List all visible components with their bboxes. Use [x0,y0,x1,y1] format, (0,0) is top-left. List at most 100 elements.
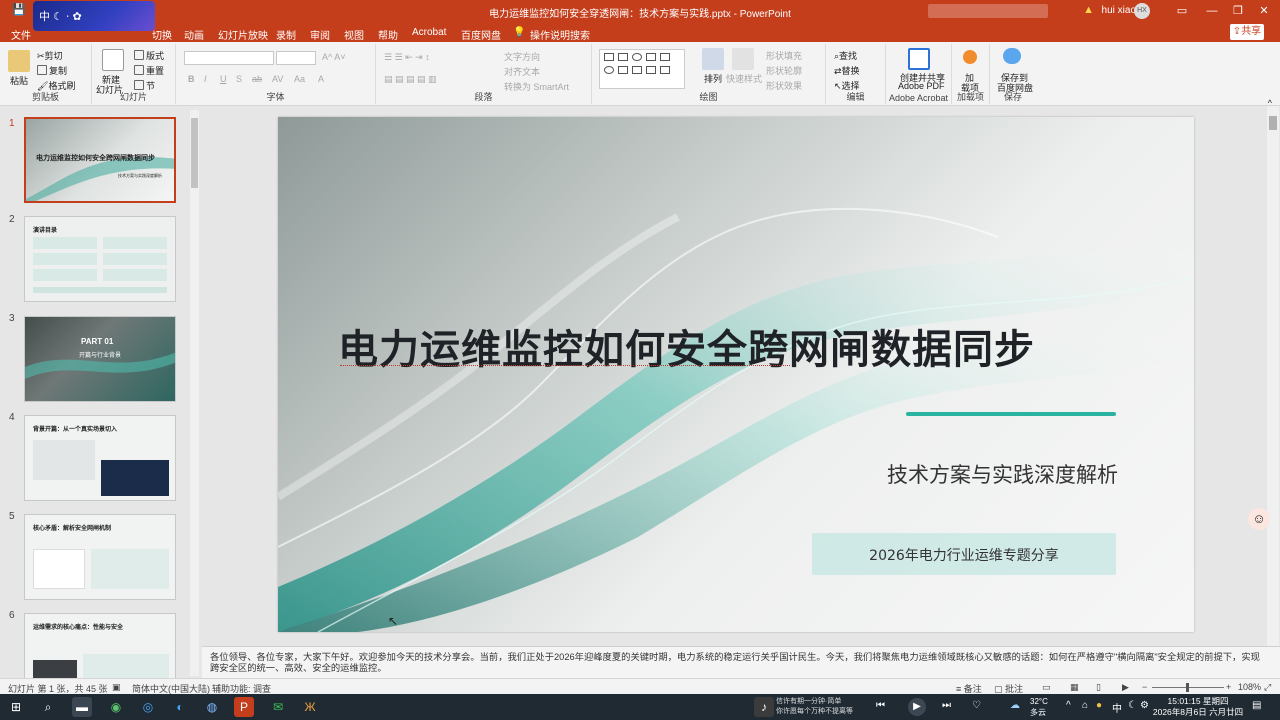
search-box[interactable] [928,4,1048,18]
fit-slide-icon[interactable]: ⤢ [1264,682,1271,693]
settings-icon[interactable]: ⚙ [1140,700,1149,711]
minimize-button[interactable]: — [1202,3,1222,19]
warning-icon[interactable]: ▲ [1083,4,1094,16]
replace-button[interactable]: ⇄替换 [834,64,860,77]
thumbnail-slide-2[interactable]: 演讲目录 [24,216,176,302]
rectangle-shape-icon[interactable] [660,53,670,61]
align-text-button[interactable]: 对齐文本 [504,65,540,78]
star-shape-icon[interactable] [660,66,670,74]
search-icon[interactable]: ⌕ [38,697,58,717]
arrow-shape-icon[interactable] [646,66,656,74]
slide-scrollbar[interactable] [1267,106,1279,646]
rect-shape-icon[interactable] [618,53,628,61]
ime-mode-label[interactable]: 中 [39,11,50,23]
cut-button[interactable]: ✂剪切 [37,49,63,62]
tray-app-icon[interactable]: ● [1096,700,1102,711]
case-icon[interactable]: Aa [294,74,305,84]
bold-icon[interactable]: B [188,74,195,84]
tab-record[interactable]: 录制 [276,27,296,42]
powerpoint-icon[interactable]: P [234,697,254,717]
moon-icon[interactable]: ☾ [1128,700,1137,711]
ime-toolbar[interactable]: 中 ☾ ⋅ ✿ [33,1,155,31]
thumbnail-slide-3[interactable]: PART 01 开篇与行业背景 [24,316,176,402]
tab-slideshow[interactable]: 幻灯片放映 [218,27,268,42]
normal-view-icon[interactable]: ▭ [1042,682,1051,693]
app-icon[interactable]: ◉ [106,697,126,717]
shape-outline-button[interactable]: 形状轮廓 [766,64,802,77]
tab-review[interactable]: 审阅 [310,27,330,42]
tab-baidu[interactable]: 百度网盘 [461,27,501,42]
notes-pane[interactable]: 各位领导、各位专家，大家下午好。欢迎参加今天的技术分享会。当前，我们正处于202… [202,646,1280,678]
text-direction-button[interactable]: 文字方向 [504,50,540,63]
connector-shape-icon[interactable] [632,66,642,74]
zoom-in-icon[interactable]: + [1226,682,1231,692]
thumbnail-slide-5[interactable]: 核心矛盾：解析安全网闸机制 [24,514,176,600]
ribbon-display-icon[interactable]: ▭ [1172,3,1192,19]
notification-icon[interactable]: ▤ [1252,700,1261,711]
media-thumbnail[interactable]: ♪ [754,697,774,717]
new-slide-icon[interactable] [102,49,124,71]
scrollbar-thumb[interactable] [1269,116,1277,130]
tray-expand-icon[interactable]: ^ [1066,700,1071,711]
spellcheck-icon[interactable]: ▣ [112,682,121,693]
app-icon-x[interactable]: Ж [300,697,320,717]
tab-help[interactable]: 帮助 [378,27,398,42]
spacing-icon[interactable]: AV [272,74,283,84]
sorter-view-icon[interactable]: ▦ [1070,682,1079,693]
font-name-select[interactable] [184,51,274,65]
paste-icon[interactable] [8,50,30,72]
heart-icon[interactable]: ♡ [972,700,981,711]
weather-widget[interactable]: 32°C 多云 [1030,696,1048,718]
slide-subtitle[interactable]: 技术方案与实践深度解析 [887,459,1118,489]
find-button[interactable]: ⌕查找 [834,49,857,62]
zoom-out-icon[interactable]: − [1142,682,1147,692]
grow-font-icon[interactable]: A^ A˅ [322,52,346,62]
next-track-icon[interactable]: ⏭ [942,700,951,711]
circle-shape-icon[interactable] [604,66,614,74]
cloud-icon[interactable] [1003,48,1021,64]
font-color-icon[interactable]: A [318,74,324,84]
font-size-select[interactable] [276,51,316,65]
textbox-shape-icon[interactable] [604,53,614,61]
avatar[interactable]: HX [1134,3,1150,19]
quick-styles-button[interactable]: 快速样式 [726,72,762,85]
slideshow-view-icon[interactable]: ▶ [1122,682,1129,693]
media-info[interactable]: 信许有期一分钟·简单 你许愿每个万种不提离等 [776,697,853,717]
oval-shape-icon[interactable] [632,53,642,61]
shape-fill-button[interactable]: 形状填充 [766,49,802,62]
speaker-notes[interactable]: 各位领导、各位专家，大家下午好。欢迎参加今天的技术分享会。当前，我们正处于202… [210,652,1260,674]
user-name[interactable]: hui xiao [1102,5,1136,16]
file-explorer-icon[interactable]: ▬ [72,697,92,717]
slide-title[interactable]: 电力运维监控如何安全跨网闸数据同步 [338,317,1118,375]
paste-button[interactable]: 粘贴 [10,74,28,87]
triangle-shape-icon[interactable] [618,66,628,74]
thumbnail-slide-6[interactable]: 运维需求的核心痛点：性能与安全 [24,613,176,679]
assistant-avatar-icon[interactable]: ☺ [1248,508,1270,530]
tab-acrobat[interactable]: Acrobat [412,27,446,38]
edge-icon[interactable]: ◐ [170,697,190,717]
play-icon[interactable]: ▶ [908,698,926,716]
zoom-level[interactable]: 108% [1238,682,1261,692]
slide-tag-box[interactable]: 2026年电力行业运维专题分享 [812,533,1116,575]
pdf-icon[interactable] [908,48,930,70]
windows-start-icon[interactable]: ⊞ [6,697,26,717]
addin-icon[interactable] [963,50,977,64]
shapes-gallery[interactable] [599,49,685,89]
tab-file[interactable]: 文件 [11,27,31,42]
browser-icon[interactable]: ◍ [202,697,222,717]
previous-track-icon[interactable]: ⏮ [876,700,885,711]
tab-view[interactable]: 视图 [344,27,364,42]
zoom-slider-knob[interactable] [1186,683,1189,692]
bullets-icon[interactable]: ☰ ☰ ⇤ ⇥ ↕ [384,52,430,63]
arrange-icon[interactable] [702,48,724,70]
slide-canvas[interactable]: 电力运维监控如何安全跨网闸数据同步 技术方案与实践深度解析 2026年电力行业运… [278,117,1194,632]
wechat-icon[interactable]: ✉ [268,697,288,717]
ime-indicator[interactable]: 中 [1112,700,1122,715]
chrome-icon[interactable]: ◎ [138,697,158,717]
underline-icon[interactable]: U [220,74,227,84]
quick-styles-icon[interactable] [732,48,754,70]
tell-me-search[interactable]: 操作说明搜索 [530,27,590,42]
network-icon[interactable]: ⌂ [1082,700,1088,711]
shadow-icon[interactable]: S [236,74,242,84]
layout-button[interactable]: 版式 [134,49,164,62]
